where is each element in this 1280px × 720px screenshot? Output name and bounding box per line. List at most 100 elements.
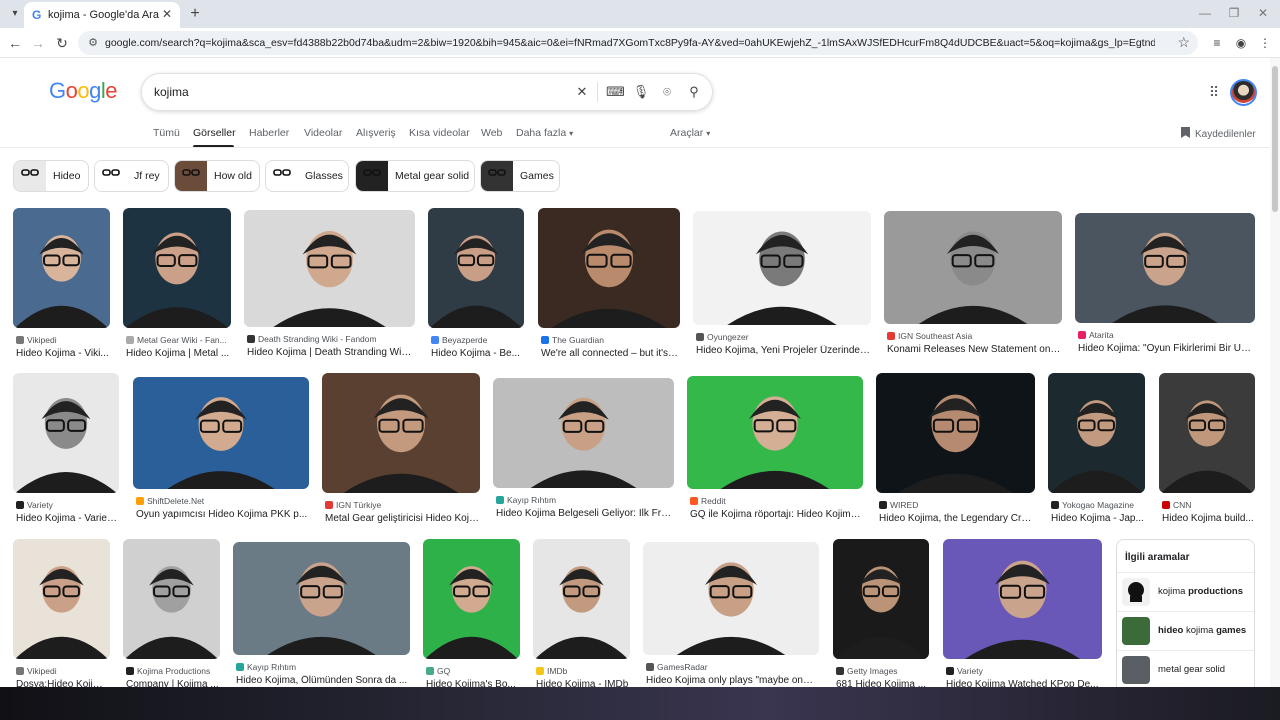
image-result-card[interactable]: Oyungezer Hideo Kojima, Yeni Projeler Üze…	[693, 211, 871, 375]
result-thumbnail[interactable]	[643, 542, 819, 655]
tab-short-videos[interactable]: Kısa videolar	[409, 127, 470, 139]
image-result-card[interactable]: Variety Hideo Kojima - Variet...	[13, 373, 119, 543]
result-title[interactable]: Company | Kojima ...	[126, 679, 219, 687]
result-source[interactable]: Vikipedi	[16, 666, 109, 676]
result-source[interactable]: IMDb	[536, 666, 629, 676]
result-title[interactable]: Hideo Kojima Belgeseli Geliyor: İlk Fra.…	[496, 508, 673, 519]
result-thumbnail[interactable]	[693, 211, 871, 325]
image-result-card[interactable]: Beyazperde Hideo Kojima - Be...	[428, 208, 524, 378]
result-thumbnail[interactable]	[13, 208, 110, 328]
result-source[interactable]: Kayıp Rıhtım	[496, 495, 673, 505]
keyboard-icon[interactable]: ⌨	[606, 83, 625, 101]
result-title[interactable]: Dosya:Hideo Kojim...	[16, 679, 109, 687]
result-source[interactable]: IGN Southeast Asia	[887, 331, 1061, 341]
related-search-item[interactable]: hideo kojima games	[1117, 611, 1254, 649]
maximize-icon[interactable]: ❐	[1226, 6, 1242, 20]
result-title[interactable]: Hideo Kojima: "Oyun Fikirlerimi Bir US..…	[1078, 343, 1254, 354]
image-result-card[interactable]: Vikipedi Hideo Kojima - Viki...	[13, 208, 110, 378]
browser-tab[interactable]: G kojima - Google'da Ara ✕	[24, 2, 180, 28]
result-title[interactable]: Hideo Kojima - Viki...	[16, 348, 109, 359]
result-source[interactable]: Beyazperde	[431, 335, 523, 345]
clear-search-icon[interactable]: ✕	[573, 83, 591, 101]
image-result-card[interactable]: Vikipedi Dosya:Hideo Kojim...	[13, 539, 110, 687]
new-tab-plus-icon[interactable]: +	[186, 5, 204, 23]
image-result-card[interactable]: Yokogao Magazine Hideo Kojima - Jap...	[1048, 373, 1145, 543]
tab-close-icon[interactable]: ✕	[160, 7, 174, 21]
result-source[interactable]: Metal Gear Wiki - Fan...	[126, 335, 230, 345]
result-title[interactable]: We're all connected – but it's ...	[541, 348, 679, 359]
tab-web[interactable]: Web	[481, 127, 502, 139]
image-result-card[interactable]: Atarita Hideo Kojima: "Oyun Fikirlerimi B…	[1075, 213, 1255, 373]
account-avatar[interactable]	[1230, 79, 1257, 106]
result-title[interactable]: Hideo Kojima's Bo...	[426, 679, 519, 687]
result-thumbnail[interactable]	[322, 373, 480, 493]
result-thumbnail[interactable]	[493, 378, 674, 488]
page-scrollbar-thumb[interactable]	[1272, 66, 1278, 212]
reload-icon[interactable]: ↻	[53, 34, 71, 52]
google-apps-icon[interactable]: ⠿	[1206, 84, 1222, 100]
image-result-card[interactable]: IGN Türkiye Metal Gear geliştiricisi Hide…	[322, 373, 480, 543]
result-thumbnail[interactable]	[943, 539, 1102, 659]
chip-3[interactable]: Glasses	[265, 160, 349, 192]
result-title[interactable]: GQ ile Kojima röportajı: Hideo Kojima...	[690, 509, 862, 520]
result-source[interactable]: Kojima Productions	[126, 666, 219, 676]
image-result-card[interactable]: Kayıp Rıhtım Hideo Kojima, Ölümünden Sonr…	[233, 542, 410, 687]
image-result-card[interactable]: Metal Gear Wiki - Fan... Hideo Kojima | M…	[123, 208, 231, 378]
result-thumbnail[interactable]	[428, 208, 524, 328]
result-source[interactable]: Variety	[16, 500, 118, 510]
result-title[interactable]: Oyun yapımcısı Hideo Kojima PKK p...	[136, 509, 308, 520]
site-info-icon[interactable]: ⚙	[86, 35, 100, 51]
result-source[interactable]: Oyungezer	[696, 332, 870, 342]
result-source[interactable]: WIRED	[879, 500, 1034, 510]
tab-shopping[interactable]: Alışveriş	[356, 127, 396, 139]
result-thumbnail[interactable]	[687, 376, 863, 489]
bookmark-star-icon[interactable]: ☆	[1177, 34, 1190, 51]
result-thumbnail[interactable]	[13, 539, 110, 659]
result-source[interactable]: Vikipedi	[16, 335, 109, 345]
result-title[interactable]: Hideo Kojima, Yeni Projeler Üzerinde ...	[696, 345, 870, 356]
result-thumbnail[interactable]	[884, 211, 1062, 324]
result-source[interactable]: The Guardian	[541, 335, 679, 345]
result-title[interactable]: Hideo Kojima - Variet...	[16, 513, 118, 524]
microphone-icon[interactable]: 🎙	[632, 83, 650, 101]
result-title[interactable]: 681 Hideo Kojima ...	[836, 679, 928, 687]
result-title[interactable]: Hideo Kojima Watched KPop De...	[946, 679, 1101, 687]
result-title[interactable]: Hideo Kojima, the Legendary Cre...	[879, 513, 1034, 524]
result-thumbnail[interactable]	[233, 542, 410, 655]
result-thumbnail[interactable]	[123, 539, 220, 659]
result-title[interactable]: Konami Releases New Statement on ...	[887, 344, 1061, 355]
result-source[interactable]: Getty Images	[836, 666, 928, 676]
image-result-card[interactable]: WIRED Hideo Kojima, the Legendary Cre...	[876, 373, 1035, 543]
result-thumbnail[interactable]	[533, 539, 630, 659]
result-thumbnail[interactable]	[1048, 373, 1145, 493]
result-title[interactable]: Hideo Kojima only plays "maybe one ...	[646, 675, 818, 686]
result-thumbnail[interactable]	[244, 210, 415, 327]
result-source[interactable]: Reddit	[690, 496, 862, 506]
chip-0[interactable]: Hideo	[13, 160, 89, 192]
image-result-card[interactable]: The Guardian We're all connected – but it…	[538, 208, 680, 378]
result-source[interactable]: Kayıp Rıhtım	[236, 662, 409, 672]
media-controls-icon[interactable]: ≡	[1208, 34, 1226, 52]
chip-1[interactable]: Jf rey	[94, 160, 169, 192]
result-source[interactable]: ShiftDelete.Net	[136, 496, 308, 506]
image-result-card[interactable]: Kojima Productions Company | Kojima ...	[123, 539, 220, 687]
forward-arrow-icon[interactable]: →	[29, 34, 47, 52]
result-source[interactable]: GamesRadar	[646, 662, 818, 672]
result-source[interactable]: GQ	[426, 666, 519, 676]
url-text[interactable]: google.com/search?q=kojima&sca_esv=fd438…	[105, 37, 1155, 49]
result-thumbnail[interactable]	[13, 373, 119, 493]
tab-videos[interactable]: Videolar	[304, 127, 342, 139]
image-result-card[interactable]: GQ Hideo Kojima's Bo...	[423, 539, 520, 687]
result-source[interactable]: IGN Türkiye	[325, 500, 479, 510]
result-source[interactable]: CNN	[1162, 500, 1254, 510]
result-title[interactable]: Metal Gear geliştiricisi Hideo Koji...	[325, 513, 479, 524]
google-logo[interactable]: Google	[49, 78, 118, 104]
result-title[interactable]: Hideo Kojima - IMDb	[536, 679, 629, 687]
result-thumbnail[interactable]	[133, 377, 309, 489]
search-icon[interactable]: ⚲	[685, 83, 703, 101]
result-thumbnail[interactable]	[833, 539, 929, 659]
result-title[interactable]: Hideo Kojima | Death Stranding Wiki...	[247, 347, 414, 358]
lens-camera-icon[interactable]: ⌾	[658, 83, 676, 101]
browser-menu-icon[interactable]: ⋮	[1256, 34, 1274, 52]
image-result-card[interactable]: GamesRadar Hideo Kojima only plays "maybe…	[643, 542, 819, 687]
